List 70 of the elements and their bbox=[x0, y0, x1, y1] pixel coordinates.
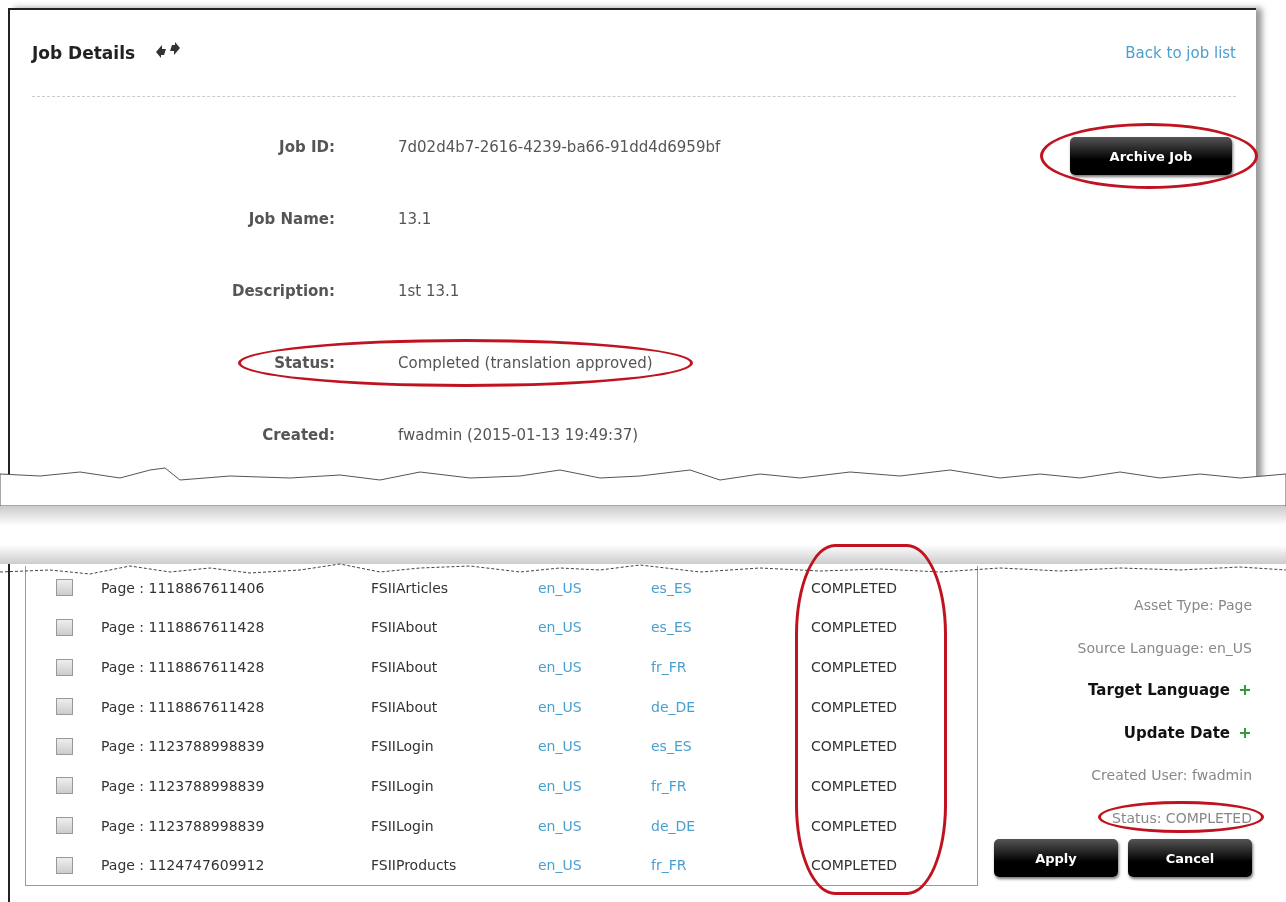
row-checkbox[interactable] bbox=[56, 579, 73, 597]
table-cell: FSIIArticles bbox=[371, 579, 449, 596]
table-cell: COMPLETED bbox=[811, 738, 898, 755]
table-cell: en_US bbox=[538, 698, 582, 715]
table-cell: de_DE bbox=[651, 698, 696, 715]
field-label: Job Name: bbox=[247, 210, 335, 228]
table-cell: FSIIAbout bbox=[371, 659, 438, 676]
table-cell: fr_FR bbox=[651, 857, 687, 874]
row-checkbox[interactable] bbox=[56, 856, 73, 874]
table-cell: FSIILogin bbox=[371, 738, 434, 755]
table-cell: Page : 1123788998839 bbox=[101, 777, 265, 794]
table-cell: Page : 1124747609912 bbox=[101, 857, 265, 874]
table-cell: FSIIProducts bbox=[371, 857, 457, 874]
row-checkbox[interactable] bbox=[56, 658, 73, 676]
table-cell: Page : 1123788998839 bbox=[101, 817, 265, 834]
filter-heading[interactable]: Update Date bbox=[1123, 723, 1230, 742]
table-cell: en_US bbox=[538, 619, 582, 636]
table-cell: en_US bbox=[538, 579, 582, 596]
table-cell: Page : 1118867611406 bbox=[101, 579, 265, 596]
filter-heading[interactable]: Target Language bbox=[1088, 681, 1230, 700]
table-cell: es_ES bbox=[651, 579, 692, 596]
field-label: Description: bbox=[231, 282, 335, 300]
table-cell: COMPLETED bbox=[811, 857, 898, 874]
action-button[interactable]: Cancel bbox=[1128, 839, 1252, 877]
action-button[interactable]: Apply bbox=[994, 839, 1118, 877]
table-cell: Page : 1118867611428 bbox=[101, 659, 265, 676]
table-cell: COMPLETED bbox=[811, 619, 898, 636]
filter-label: Asset Type: Page bbox=[1134, 597, 1252, 614]
table-cell: fr_FR bbox=[651, 777, 687, 794]
field-value: 13.1 bbox=[398, 210, 432, 228]
field-label: Job ID: bbox=[277, 138, 335, 156]
table-cell: Page : 1118867611428 bbox=[101, 698, 265, 715]
table-cell: Page : 1118867611428 bbox=[101, 619, 265, 636]
plus-icon[interactable] bbox=[1240, 727, 1250, 738]
table-cell: de_DE bbox=[651, 817, 696, 834]
table-cell: FSIIAbout bbox=[371, 619, 438, 636]
row-checkbox[interactable] bbox=[56, 777, 73, 795]
table-cell: COMPLETED bbox=[811, 579, 898, 596]
field-value: Completed (translation approved) bbox=[398, 354, 653, 372]
table-cell: es_ES bbox=[651, 619, 692, 636]
table-cell: COMPLETED bbox=[811, 698, 898, 715]
filter-label: Created User: fwadmin bbox=[1091, 767, 1252, 784]
table-cell: en_US bbox=[538, 659, 582, 676]
plus-icon[interactable] bbox=[1240, 685, 1250, 696]
field-value: fwadmin (2015-01-13 19:49:37) bbox=[398, 426, 639, 444]
table-cell: en_US bbox=[538, 738, 582, 755]
row-checkbox[interactable] bbox=[56, 618, 73, 636]
field-label: Created: bbox=[261, 426, 335, 444]
archive-job-button[interactable]: Archive Job bbox=[1070, 137, 1232, 175]
row-checkbox[interactable] bbox=[56, 698, 73, 716]
table-cell: es_ES bbox=[651, 738, 692, 755]
table-cell: en_US bbox=[538, 777, 582, 794]
table-cell: Page : 1123788998839 bbox=[101, 738, 265, 755]
field-label: Status: bbox=[273, 354, 335, 372]
table-cell: FSIIAbout bbox=[371, 698, 438, 715]
table-cell: FSIILogin bbox=[371, 777, 434, 794]
table-cell: COMPLETED bbox=[811, 817, 898, 834]
field-value: 7d02d4b7-2616-4239-ba66-91dd4d6959bf bbox=[398, 138, 721, 156]
table-cell: COMPLETED bbox=[811, 777, 898, 794]
table-cell: fr_FR bbox=[651, 659, 687, 676]
table-cell: en_US bbox=[538, 817, 582, 834]
table-cell: COMPLETED bbox=[811, 659, 898, 676]
table-cell: en_US bbox=[538, 857, 582, 874]
row-checkbox[interactable] bbox=[56, 817, 73, 835]
row-checkbox[interactable] bbox=[56, 737, 73, 755]
table-cell: FSIILogin bbox=[371, 817, 434, 834]
page-title: Job Details bbox=[32, 43, 136, 63]
field-value: 1st 13.1 bbox=[398, 282, 460, 300]
filter-label: Status: COMPLETED bbox=[1112, 809, 1252, 826]
filter-label: Source Language: en_US bbox=[1077, 639, 1252, 656]
